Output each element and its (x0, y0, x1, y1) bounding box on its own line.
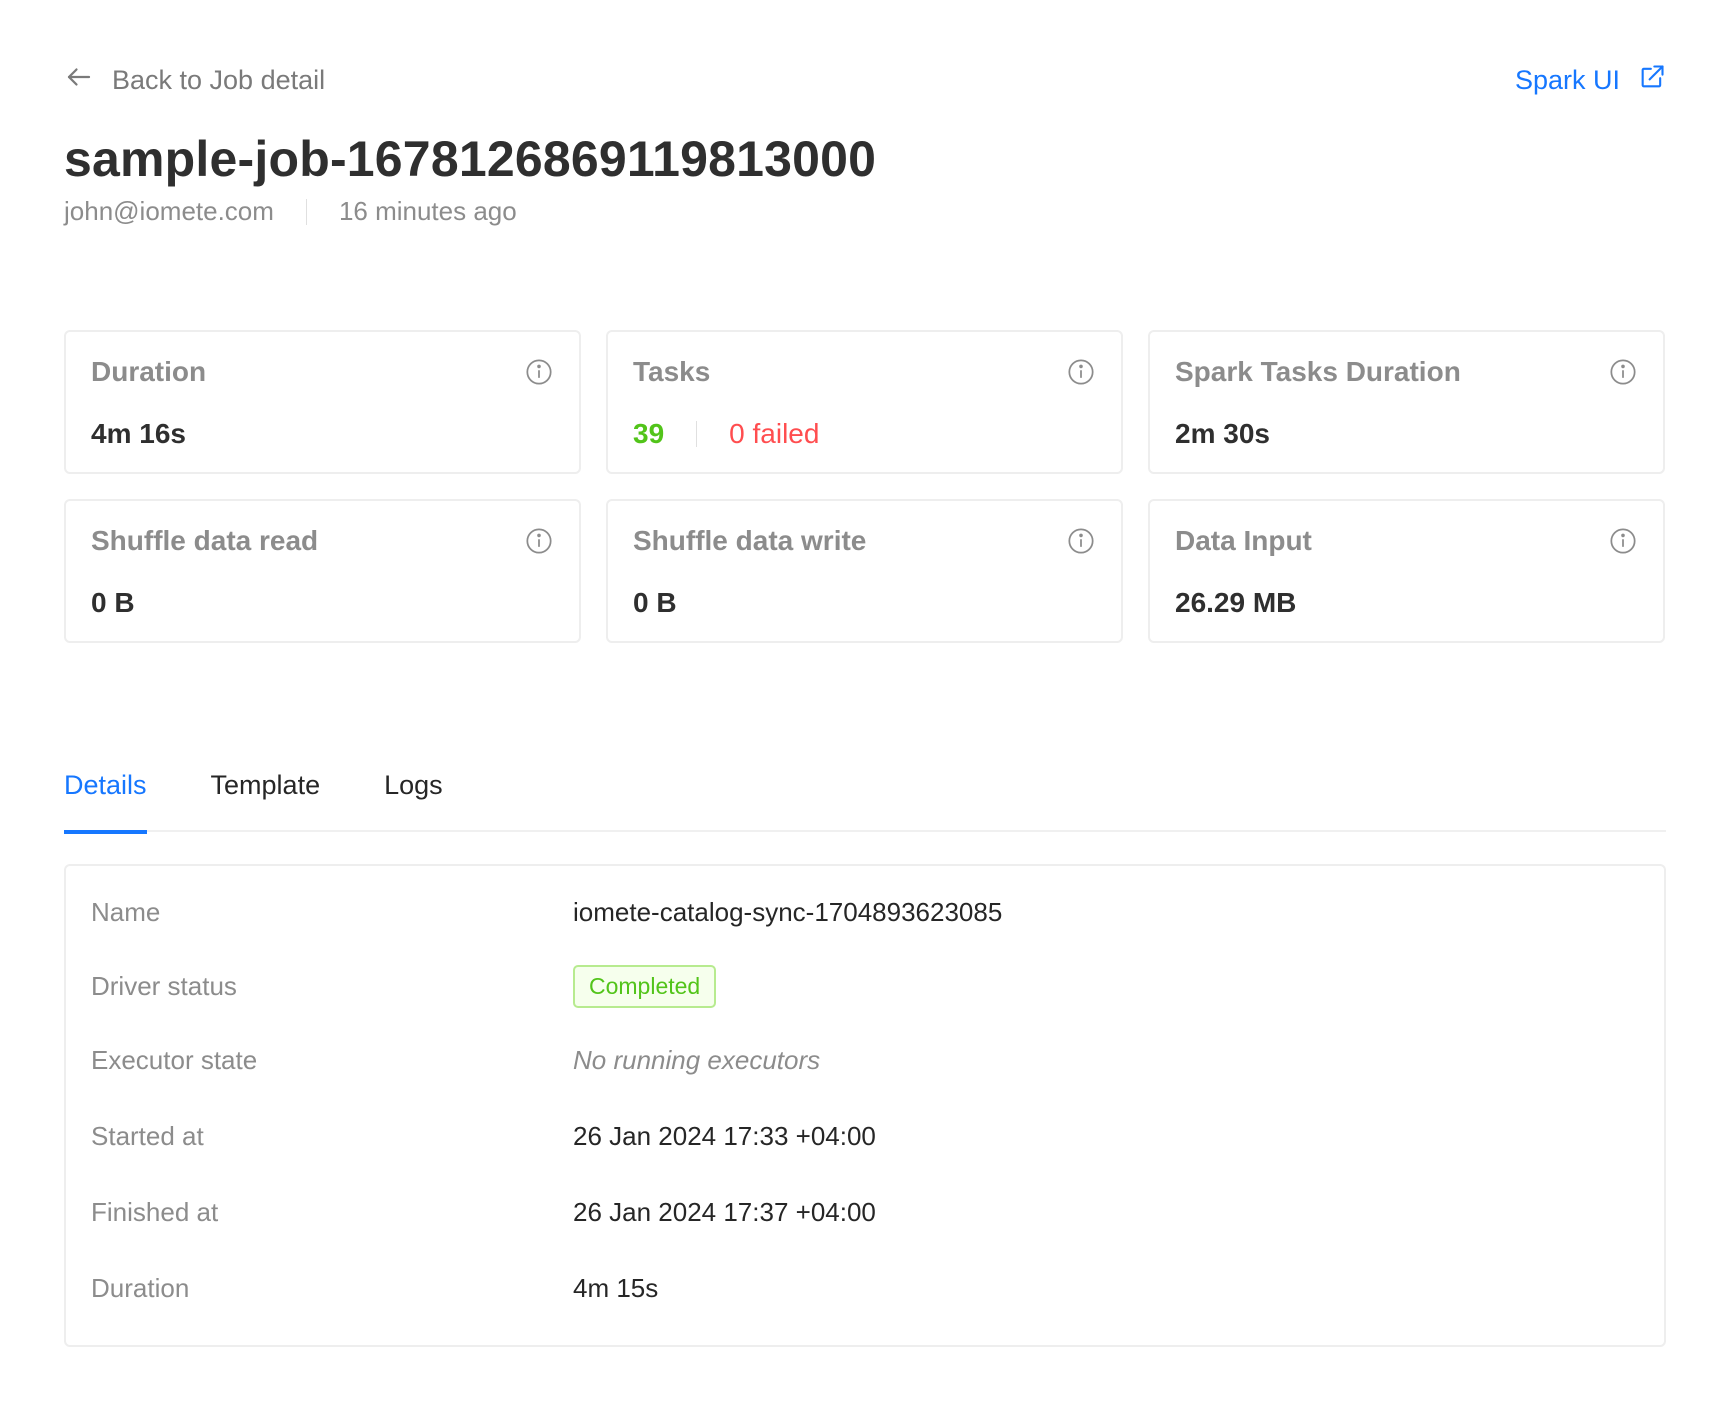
top-bar: Back to Job detail Spark UI (64, 60, 1666, 100)
detail-label: Executor state (91, 1044, 258, 1075)
detail-label: Driver status (91, 970, 237, 1001)
back-to-job-detail-link[interactable]: Back to Job detail (64, 62, 325, 99)
tasks-count: 39 (633, 418, 665, 449)
stat-card-shuffle-write: Shuffle data write 0 B (606, 499, 1123, 643)
detail-row-duration: Duration 4m 15s (91, 1268, 1639, 1308)
page-title: sample-job-1678126869119813000 (64, 131, 877, 187)
tab-template[interactable]: Template (211, 760, 321, 832)
stat-card-data-input: Data Input 26.29 MB (1148, 499, 1665, 643)
time-ago: 16 minutes ago (338, 196, 517, 226)
info-icon[interactable] (1609, 358, 1637, 386)
tab-bar: Details Template Logs (64, 760, 1666, 834)
tasks-divider (696, 421, 698, 447)
detail-row-finished-at: Finished at 26 Jan 2024 17:37 +04:00 (91, 1192, 1639, 1232)
info-icon[interactable] (1067, 358, 1095, 386)
detail-value: No running executors (573, 1044, 821, 1075)
stat-card-spark-tasks-duration: Spark Tasks Duration 2m 30s (1148, 330, 1665, 474)
detail-value: iomete-catalog-sync-1704893623085 (573, 896, 1003, 927)
stat-label: Tasks (633, 356, 711, 387)
stat-value: 4m 16s (91, 418, 186, 449)
detail-row-started-at: Started at 26 Jan 2024 17:33 +04:00 (91, 1116, 1639, 1156)
stat-card-shuffle-read: Shuffle data read 0 B (64, 499, 581, 643)
spark-ui-link[interactable]: Spark UI (1515, 63, 1666, 98)
stat-label: Duration (91, 356, 207, 387)
arrow-left-icon (64, 62, 94, 99)
external-link-icon (1638, 63, 1666, 98)
detail-label: Started at (91, 1120, 204, 1151)
details-panel: Name iomete-catalog-sync-1704893623085 D… (64, 864, 1666, 1347)
info-icon[interactable] (1609, 527, 1637, 555)
info-icon[interactable] (525, 527, 553, 555)
stat-value: 0 B (633, 587, 677, 618)
tasks-failed: 0 failed (729, 418, 820, 449)
stat-label: Data Input (1175, 525, 1312, 556)
detail-row-name: Name iomete-catalog-sync-1704893623085 (91, 892, 1639, 932)
stat-cards: Duration 4m 16s Tasks 39 0 failed Spark … (64, 330, 1666, 643)
job-meta: john@iomete.com 16 minutes ago (64, 196, 517, 227)
tab-logs[interactable]: Logs (384, 760, 443, 832)
detail-label: Duration (91, 1272, 190, 1303)
detail-label: Name (91, 896, 161, 927)
spark-ui-label: Spark UI (1514, 64, 1620, 95)
detail-row-executor-state: Executor state No running executors (91, 1040, 1639, 1080)
detail-row-driver-status: Driver status Completed (91, 964, 1639, 1008)
stat-value: 2m 30s (1175, 418, 1270, 449)
info-icon[interactable] (1067, 527, 1095, 555)
stat-value: 39 0 failed (633, 418, 1096, 450)
stat-label: Shuffle data write (633, 525, 867, 556)
stat-value: 0 B (91, 587, 135, 618)
user-email: john@iomete.com (64, 196, 274, 226)
stat-label: Spark Tasks Duration (1175, 356, 1461, 387)
status-badge: Completed (573, 964, 717, 1008)
stat-card-tasks: Tasks 39 0 failed (606, 330, 1123, 474)
job-run-page: Back to Job detail Spark UI sample-job-1… (0, 0, 1730, 1402)
detail-label: Finished at (91, 1196, 219, 1227)
stat-value: 26.29 MB (1175, 587, 1297, 618)
meta-divider (305, 198, 307, 225)
info-icon[interactable] (525, 358, 553, 386)
tab-details[interactable]: Details (64, 760, 147, 834)
back-link-label: Back to Job detail (112, 64, 326, 95)
stat-card-duration: Duration 4m 16s (64, 330, 581, 474)
detail-value: 26 Jan 2024 17:37 +04:00 (573, 1196, 876, 1227)
detail-value: 4m 15s (573, 1272, 659, 1303)
detail-value: 26 Jan 2024 17:33 +04:00 (573, 1120, 876, 1151)
stat-label: Shuffle data read (91, 525, 319, 556)
